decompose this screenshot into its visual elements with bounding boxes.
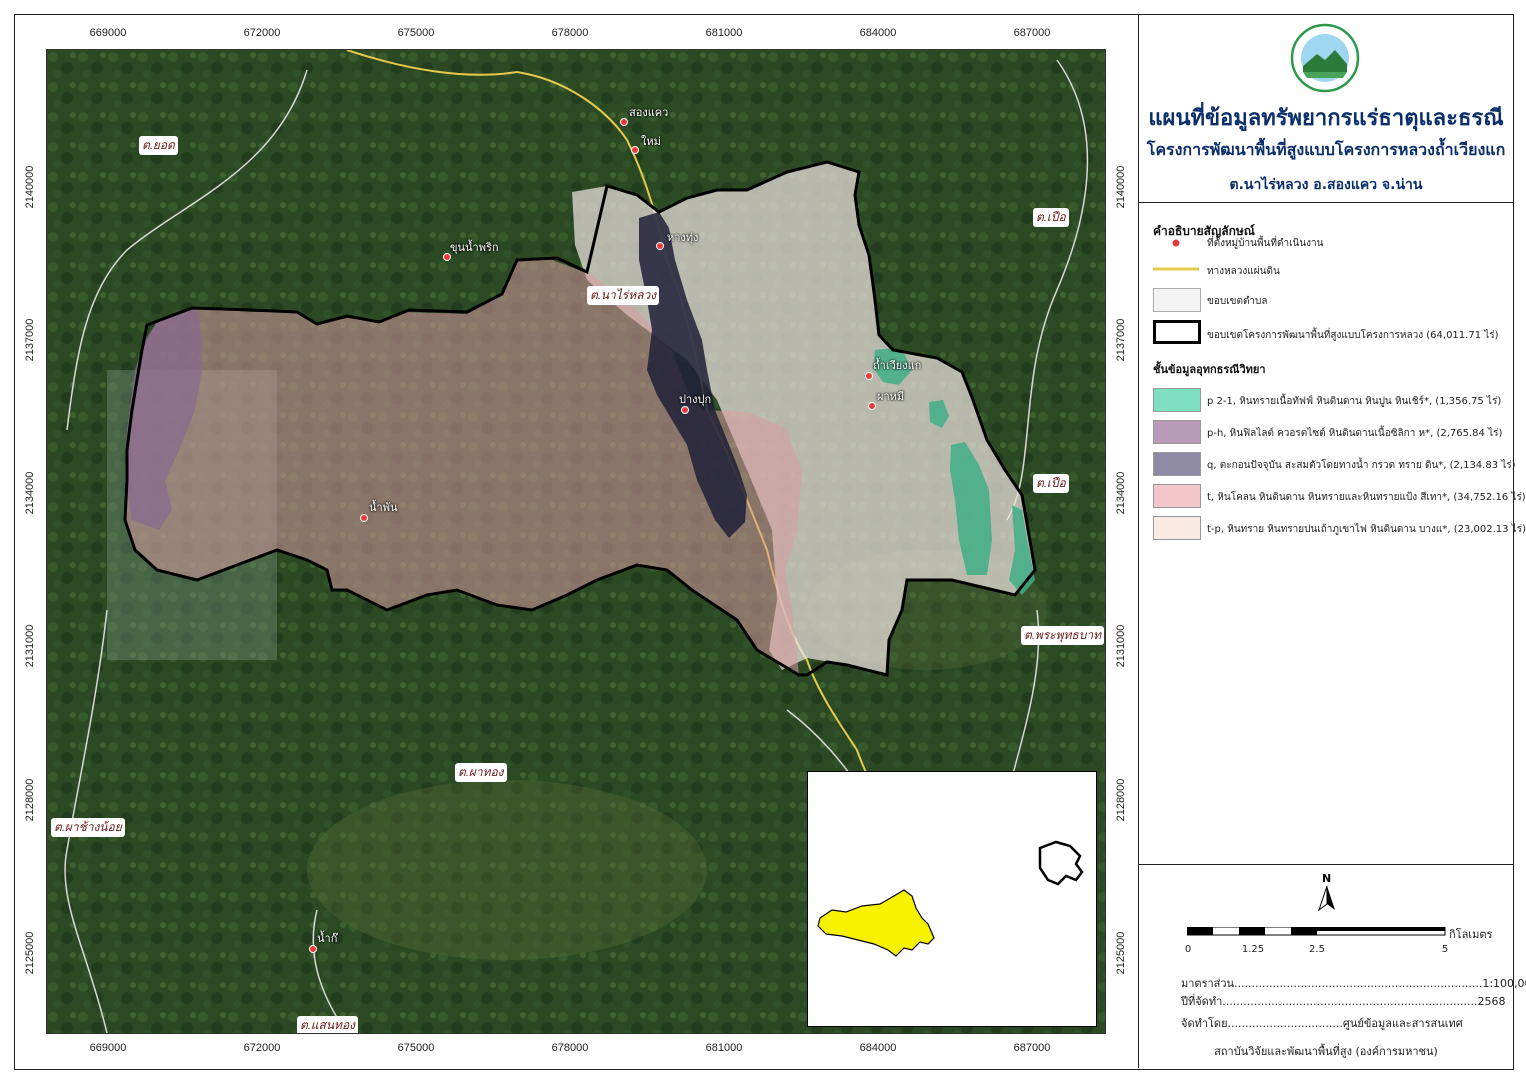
village-label: น้ำพัน xyxy=(369,502,398,514)
scale-bar xyxy=(1187,927,1446,936)
village-marker xyxy=(360,514,368,522)
x-tick: 672000 xyxy=(243,1042,281,1054)
village-symbol-icon xyxy=(1171,238,1181,248)
y-tick: 2140000 xyxy=(24,165,36,209)
village-label: หางทุ่ง xyxy=(667,232,699,244)
y-tick: 2137000 xyxy=(1115,318,1127,362)
divider xyxy=(1139,202,1513,203)
producer-info: จัดทำโดย................................… xyxy=(1181,1017,1463,1030)
village-marker xyxy=(631,146,639,154)
legend-label: t-p, หินทราย หินทรายปนเถ้าภูเขาไฟ หินดิน… xyxy=(1207,524,1526,535)
legend-label: ทางหลวงแผ่นดิน xyxy=(1207,266,1280,277)
village-marker xyxy=(309,945,317,953)
inset-map xyxy=(807,771,1097,1027)
y-tick: 2131000 xyxy=(24,624,36,668)
y-tick: 2137000 xyxy=(24,318,36,362)
x-tick: 681000 xyxy=(705,27,743,39)
map-view[interactable]: สองแคว ใหม่ หางทุ่ง ขุนน้ำพริก ถ้ำเวียงแ… xyxy=(46,49,1106,1034)
divider xyxy=(1139,864,1513,865)
village-label: น้ำก๊ xyxy=(317,933,338,945)
tambon-label: ต.ยอด xyxy=(139,136,178,155)
y-tick: 2134000 xyxy=(24,471,36,515)
tambon-label: ต.ผาทอง xyxy=(455,763,507,782)
x-tick: 669000 xyxy=(89,1042,127,1054)
north-label: N xyxy=(1322,872,1332,885)
legend-label: ขอบเขตตำบล xyxy=(1207,296,1268,307)
y-tick: 2140000 xyxy=(1115,165,1127,209)
map-title: แผนที่ข้อมูลทรัพยากรแร่ธาตุและธรณี xyxy=(1148,106,1504,131)
project-boundary-swatch xyxy=(1153,320,1201,344)
x-tick: 675000 xyxy=(397,27,435,39)
x-tick: 675000 xyxy=(397,1042,435,1054)
village-label: ปางปุก xyxy=(679,394,712,406)
x-tick: 681000 xyxy=(705,1042,743,1054)
y-tick: 2128000 xyxy=(24,778,36,822)
tambon-label: ต.เปือ xyxy=(1033,474,1069,493)
scale-label: 5 xyxy=(1441,944,1449,955)
geology-heading: ชั้นข้อมูลอุทกธรณีวิทยา xyxy=(1153,363,1266,376)
legend-panel: แผนที่ข้อมูลทรัพยากรแร่ธาตุและธรณี โครงก… xyxy=(1138,14,1526,1068)
x-tick: 684000 xyxy=(859,1042,897,1054)
tambon-boundary-swatch xyxy=(1153,288,1201,312)
tambon-label: ต.ผาช้างน้อย xyxy=(51,818,125,837)
y-tick: 2128000 xyxy=(1115,778,1127,822)
tambon-label: ต.พระพุทธบาท xyxy=(1021,626,1105,645)
x-tick: 669000 xyxy=(89,27,127,39)
legend-label: ขอบเขตโครงการพัฒนาพื้นที่สูงแบบโครงการหล… xyxy=(1207,330,1499,341)
year-info: ปีที่จัดทำ..............................… xyxy=(1181,995,1506,1008)
scale-unit: กิโลเมตร xyxy=(1449,928,1493,941)
x-tick: 687000 xyxy=(1013,27,1051,39)
village-marker xyxy=(865,372,873,380)
scale-info: มาตราส่วน...............................… xyxy=(1181,977,1526,990)
village-label: ขุนน้ำพริก xyxy=(450,242,499,254)
highway-symbol-icon xyxy=(1153,267,1199,271)
village-marker xyxy=(620,118,628,126)
geo-swatch-t xyxy=(1153,484,1201,508)
inset-province-shape xyxy=(817,889,935,957)
geo-swatch-p21 xyxy=(1153,388,1201,412)
legend-label: p-h, หินฟิลไลต์ ควอรตไซต์ หินดินดานเนื้อ… xyxy=(1207,428,1503,439)
x-tick: 672000 xyxy=(243,27,281,39)
tambon-label: ต.นาไร่หลวง xyxy=(587,286,660,305)
y-tick: 2125000 xyxy=(1115,931,1127,975)
legend-label: t, หินโคลน หินดินดาน หินทรายและหินทรายแป… xyxy=(1207,492,1526,503)
map-subtitle: โครงการพัฒนาพื้นที่สูงแบบโครงการหลวงถ้ำเ… xyxy=(1146,140,1506,159)
scale-label: 0 xyxy=(1184,944,1192,955)
y-tick: 2131000 xyxy=(1115,624,1127,668)
village-label: ใหม่ xyxy=(641,136,661,148)
map-location: ต.นาไร่หลวง อ.สองแคว จ.น่าน xyxy=(1229,177,1423,193)
legend-label: p 2-1, หินทรายเนื้อทัฟฟ์ หินดินดาน หินปู… xyxy=(1207,396,1502,407)
x-tick: 678000 xyxy=(551,1042,589,1054)
inset-project-outline xyxy=(1038,840,1084,886)
scale-label: 2.5 xyxy=(1309,944,1325,955)
scale-label: 1.25 xyxy=(1241,944,1265,955)
village-label: ถ้ำเวียงแก xyxy=(873,360,922,372)
village-marker xyxy=(656,242,664,250)
bare-area xyxy=(307,780,707,960)
geo-swatch-p-h xyxy=(1153,420,1201,444)
organization-logo xyxy=(1290,23,1360,93)
x-tick: 687000 xyxy=(1013,1042,1051,1054)
village-marker xyxy=(868,402,876,410)
organization-name: สถาบันวิจัยและพัฒนาพื้นที่สูง (องค์การมห… xyxy=(1214,1045,1438,1058)
tambon-label: ต.แสนทอง xyxy=(297,1016,359,1033)
x-tick: 678000 xyxy=(551,27,589,39)
y-tick: 2125000 xyxy=(24,931,36,975)
geo-swatch-t-p xyxy=(1153,516,1201,540)
village-label: ผาหมี xyxy=(877,391,905,403)
north-arrow-icon xyxy=(1318,886,1335,912)
tambon-label: ต.เปือ xyxy=(1033,208,1069,227)
legend-label: ที่ตั้งหมู่บ้านพื้นที่ดำเนินงาน xyxy=(1207,238,1324,249)
x-tick: 684000 xyxy=(859,27,897,39)
legend-label: q, ตะกอนปัจจุบัน สะสมตัวโดยทางน้ำ กรวด ท… xyxy=(1207,460,1516,471)
geo-swatch-q xyxy=(1153,452,1201,476)
y-tick: 2134000 xyxy=(1115,471,1127,515)
inset-canvas xyxy=(817,840,1084,957)
village-label: สองแคว xyxy=(629,107,669,119)
